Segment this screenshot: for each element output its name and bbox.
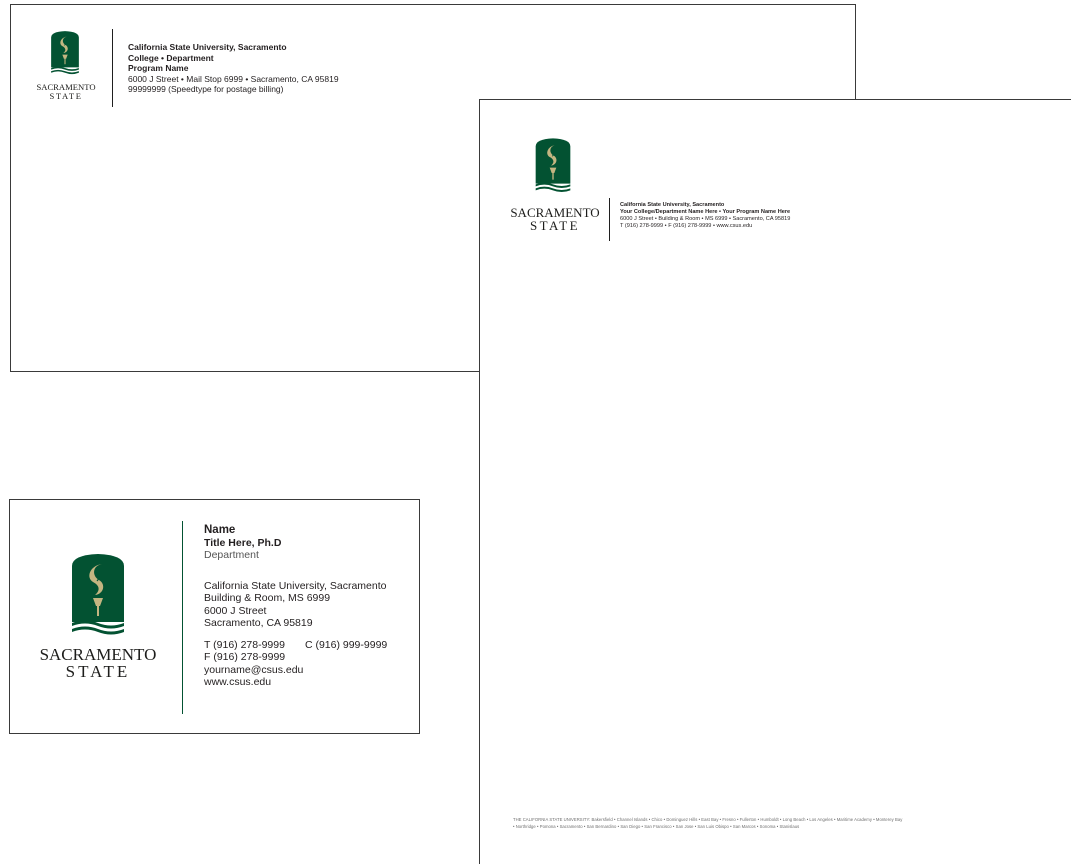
footer-line-1: THE CALIFORNIA STATE UNIVERSITY: Bakersf…	[513, 816, 1053, 823]
card-spacer	[204, 562, 387, 580]
card-addr-3: 6000 J Street	[204, 604, 267, 617]
card-fax: F (916) 278-9999	[204, 651, 286, 663]
letterhead-sheet: SACRAMENTO STATE California State Univer…	[479, 99, 1071, 864]
wordmark: SACRAMENTO STATE	[506, 206, 604, 232]
footer-campuses-1: Bakersfield • Channel Islands • Chico • …	[591, 817, 903, 822]
card-cell: C (916) 999-9999	[304, 638, 388, 651]
card-web: www.csus.edu	[204, 676, 272, 688]
card-spacer	[204, 630, 387, 639]
card-department: Department	[204, 549, 259, 561]
envelope-line-1: California State University, Sacramento	[128, 42, 287, 52]
card-title: Title Here, Ph.D	[204, 536, 282, 549]
card-phones: T (916) 278-9999 C (916) 999-9999	[204, 639, 387, 652]
footer-campuses-2: • Northridge • Pomona • Sacramento • San…	[513, 824, 800, 830]
letterhead-address: California State University, Sacramento …	[620, 202, 790, 230]
footer-prefix: THE CALIFORNIA STATE UNIVERSITY:	[513, 817, 591, 822]
envelope-address: California State University, Sacramento …	[128, 42, 339, 95]
letterhead-line-4: T (916) 278-9999 • F (916) 278-9999 • ww…	[620, 223, 753, 229]
card-name: Name	[204, 524, 236, 536]
letterhead-line-2: Your College/Department Name Here • Your…	[620, 209, 791, 215]
card-addr-1: California State University, Sacramento	[204, 579, 387, 592]
business-card-sheet: SACRAMENTO STATE Name Title Here, Ph.D D…	[9, 499, 420, 734]
envelope-line-4: 6000 J Street • Mail Stop 6999 • Sacrame…	[128, 73, 339, 84]
wordmark: SACRAMENTO STATE	[31, 83, 101, 100]
letterhead-line-3: 6000 J Street • Building & Room • MS 699…	[620, 216, 791, 222]
sacramento-state-logo-icon	[533, 137, 573, 193]
card-addr-2: Building & Room, MS 6999	[204, 592, 331, 604]
wordmark-line2: STATE	[49, 90, 83, 101]
sacramento-state-logo-icon	[68, 552, 128, 636]
sacramento-state-logo-icon	[49, 30, 81, 75]
wordmark-line1: SACRAMENTO	[39, 645, 157, 664]
letterhead-line-1: California State University, Sacramento	[620, 202, 725, 208]
wordmark: SACRAMENTO STATE	[28, 646, 168, 680]
envelope-line-3: Program Name	[128, 63, 189, 73]
card-email: yourname@csus.edu	[204, 663, 304, 676]
card-details: Name Title Here, Ph.D Department Califor…	[204, 524, 387, 689]
divider	[182, 521, 183, 714]
envelope-line-2: College • Department	[128, 52, 214, 63]
wordmark-line2: STATE	[65, 662, 131, 681]
letterhead-footer: THE CALIFORNIA STATE UNIVERSITY: Bakersf…	[513, 816, 1053, 830]
wordmark-line2: STATE	[530, 218, 580, 233]
card-addr-4: Sacramento, CA 95819	[204, 617, 313, 629]
divider	[112, 29, 113, 107]
card-phone: T (916) 278-9999	[204, 638, 285, 651]
divider	[609, 198, 610, 241]
envelope-line-5: 99999999 (Speedtype for postage billing)	[128, 84, 284, 94]
